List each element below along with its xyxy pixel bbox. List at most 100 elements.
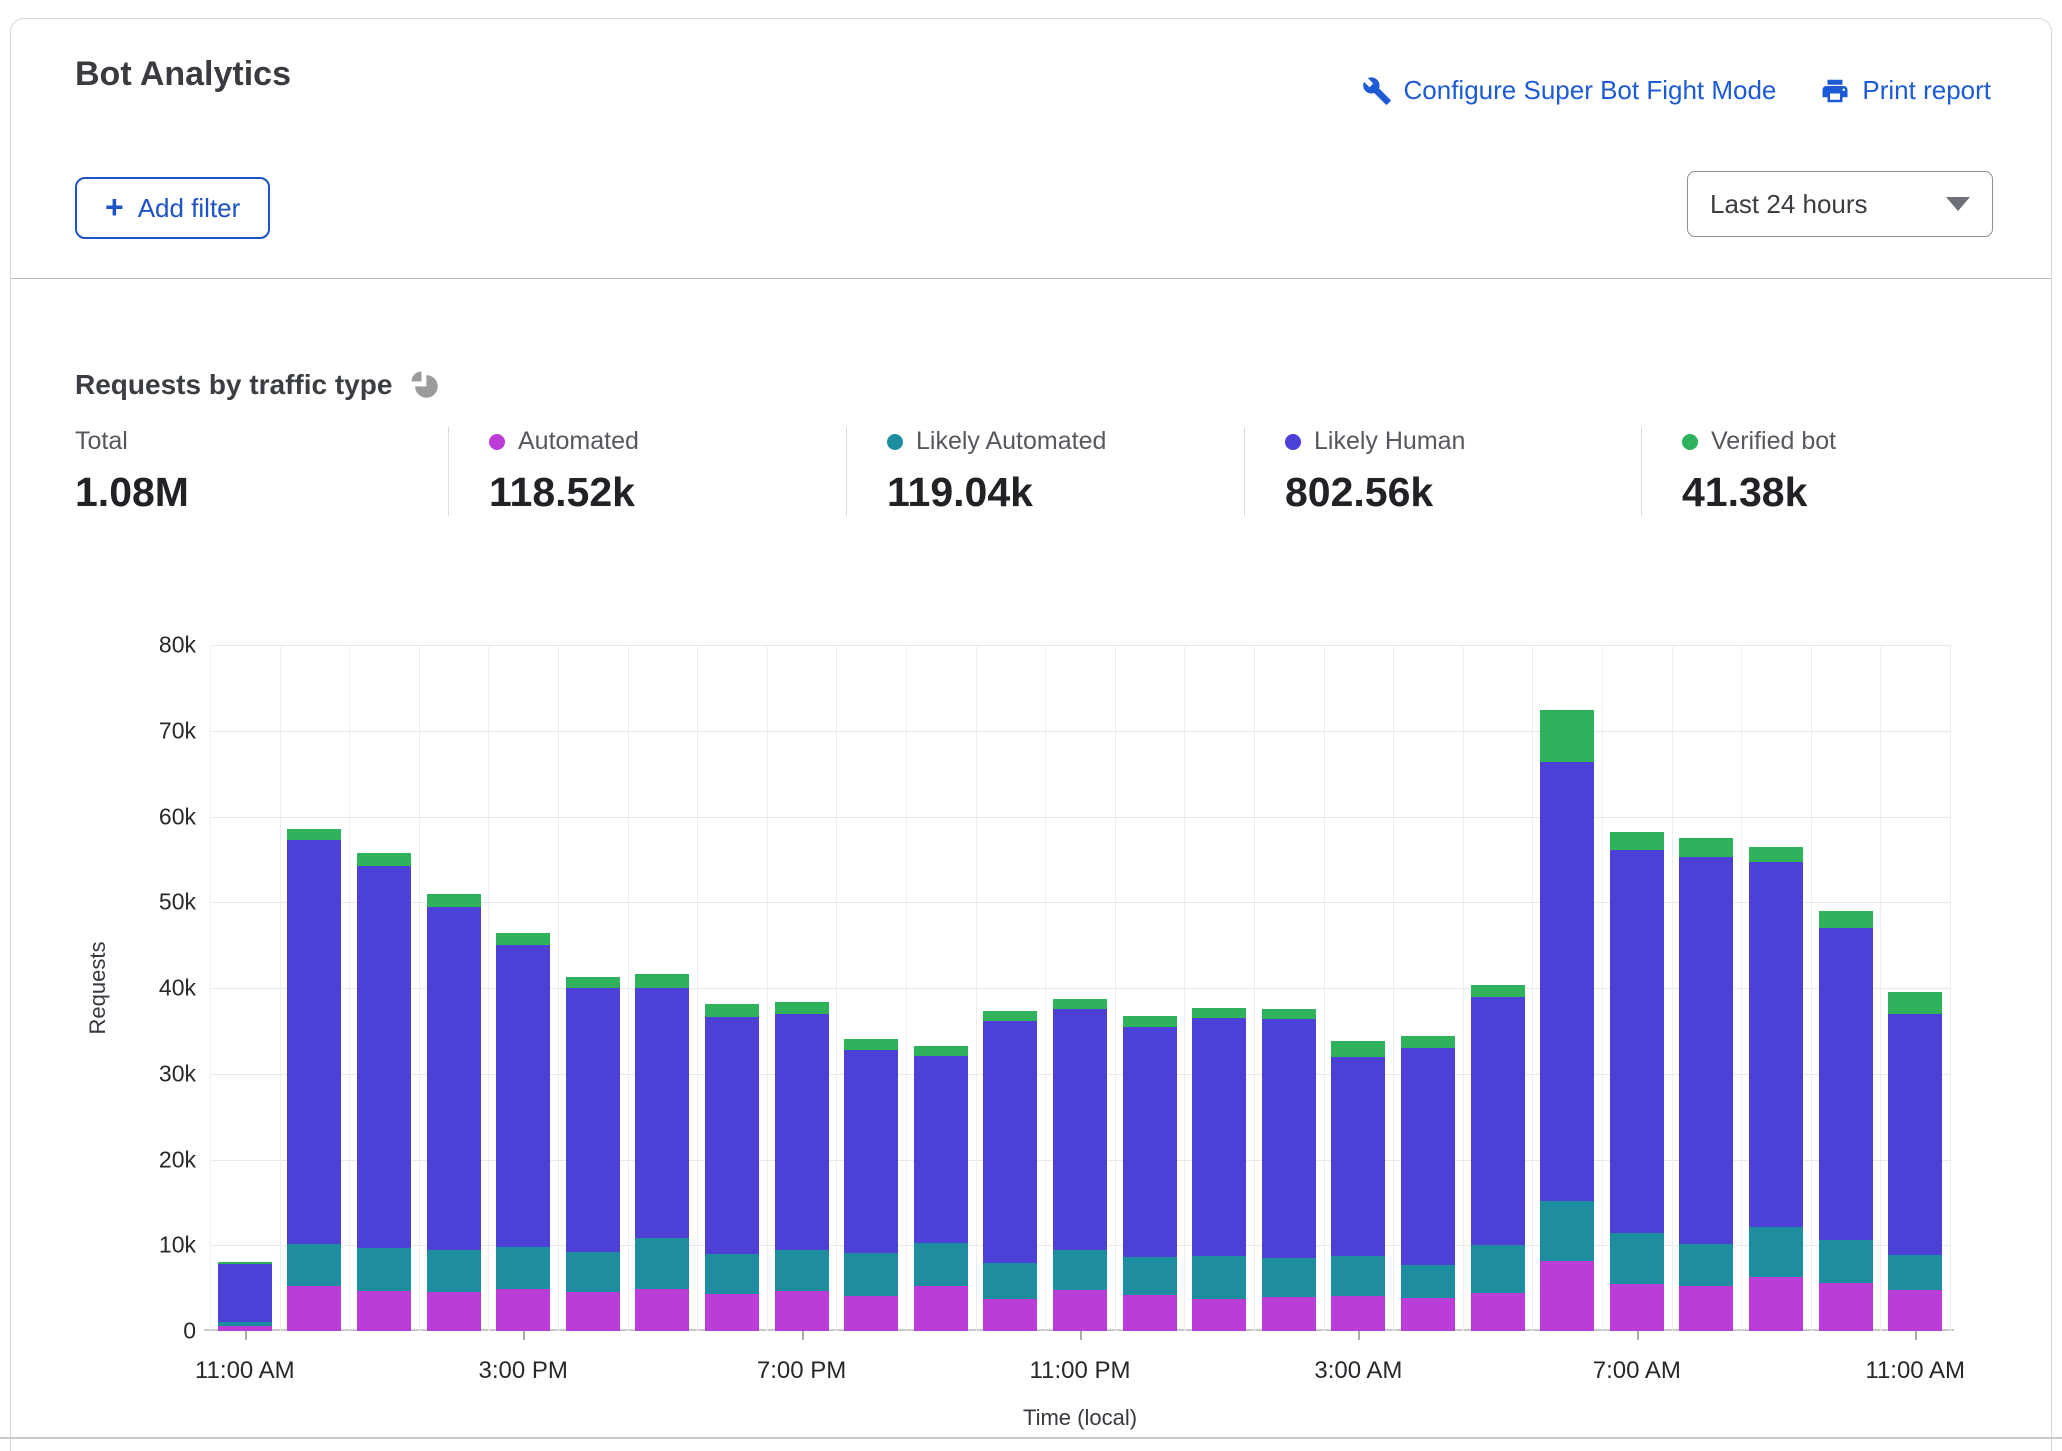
- x-tick-label: 11:00 AM: [1865, 1357, 1965, 1385]
- bar-segment-likely-human: [1262, 1019, 1316, 1258]
- bar-segment-automated: [775, 1291, 829, 1331]
- bar-8-00-pm[interactable]: [844, 1039, 898, 1331]
- configure-super-bot-fight-mode-link[interactable]: Configure Super Bot Fight Mode: [1362, 75, 1777, 106]
- bar-12-00-pm[interactable]: [287, 829, 341, 1331]
- bar-11-00-am[interactable]: [1888, 992, 1942, 1331]
- requests-chart: Requests Time (local) 010k20k30k40k50k60…: [210, 645, 1950, 1331]
- bar-segment-automated: [1679, 1286, 1733, 1331]
- bar-4-00-am[interactable]: [1401, 1036, 1455, 1331]
- bar-segment-likely-human: [775, 1014, 829, 1250]
- bar-segment-likely-automated: [1749, 1227, 1803, 1277]
- x-axis-title: Time (local): [1023, 1405, 1137, 1431]
- bar-segment-verified-bot: [1540, 710, 1594, 761]
- bar-1-00-am[interactable]: [1192, 1008, 1246, 1331]
- configure-link-label: Configure Super Bot Fight Mode: [1404, 75, 1777, 106]
- bar-10-00-pm[interactable]: [983, 1011, 1037, 1331]
- bar-segment-automated: [1610, 1284, 1664, 1331]
- stat-label: Likely Automated: [916, 427, 1106, 456]
- v-gridline: [1880, 645, 1881, 1331]
- bar-11-00-pm[interactable]: [1053, 999, 1107, 1331]
- bar-segment-likely-automated: [1192, 1256, 1246, 1299]
- bar-segment-likely-human: [705, 1017, 759, 1254]
- bar-segment-likely-automated: [1888, 1255, 1942, 1290]
- bar-segment-automated: [1471, 1293, 1525, 1331]
- bar-segment-likely-human: [357, 866, 411, 1248]
- bar-segment-likely-human: [1610, 850, 1664, 1233]
- y-tick-label: 50k: [116, 889, 196, 916]
- bar-segment-likely-human: [983, 1021, 1037, 1264]
- x-tick-label: 3:00 AM: [1314, 1357, 1402, 1385]
- bar-segment-likely-automated: [496, 1247, 550, 1289]
- bar-1-00-pm[interactable]: [357, 853, 411, 1331]
- bar-9-00-am[interactable]: [1749, 847, 1803, 1331]
- add-filter-button[interactable]: + Add filter: [75, 177, 270, 239]
- bar-segment-likely-automated: [705, 1254, 759, 1294]
- bar-segment-verified-bot: [1471, 985, 1525, 997]
- bar-segment-likely-automated: [1331, 1256, 1385, 1295]
- stat-label-row: Total: [75, 427, 448, 456]
- bar-12-00-am[interactable]: [1123, 1016, 1177, 1331]
- bar-segment-likely-automated: [844, 1253, 898, 1296]
- bar-segment-likely-human: [1123, 1027, 1177, 1258]
- x-tick-label: 3:00 PM: [478, 1357, 567, 1385]
- stat-value: 119.04k: [887, 469, 1244, 516]
- bar-segment-likely-automated: [983, 1263, 1037, 1299]
- bar-segment-likely-human: [1331, 1057, 1385, 1256]
- bar-4-00-pm[interactable]: [566, 977, 620, 1331]
- chevron-down-icon: [1946, 197, 1970, 211]
- stat-label-row: Verified bot: [1682, 427, 2043, 456]
- bar-segment-likely-automated: [775, 1250, 829, 1291]
- page-title: Bot Analytics: [75, 55, 291, 94]
- bar-segment-verified-bot: [635, 974, 689, 988]
- bar-segment-automated: [1262, 1297, 1316, 1331]
- bar-11-00-am[interactable]: [218, 1262, 272, 1331]
- v-gridline: [836, 645, 837, 1331]
- v-gridline: [1184, 645, 1185, 1331]
- stat-likely-human: Likely Human802.56k: [1244, 427, 1641, 516]
- x-tick-label: 7:00 PM: [757, 1357, 846, 1385]
- v-gridline: [767, 645, 768, 1331]
- bar-2-00-am[interactable]: [1262, 1009, 1316, 1331]
- bar-segment-likely-human: [496, 945, 550, 1247]
- bar-10-00-am[interactable]: [1819, 911, 1873, 1331]
- bar-8-00-am[interactable]: [1679, 838, 1733, 1331]
- print-report-link[interactable]: Print report: [1820, 75, 1991, 106]
- bar-segment-likely-automated: [1471, 1245, 1525, 1293]
- bar-7-00-pm[interactable]: [775, 1002, 829, 1331]
- header-divider: [11, 278, 2051, 279]
- bar-segment-likely-human: [1540, 762, 1594, 1201]
- bar-6-00-pm[interactable]: [705, 1004, 759, 1331]
- x-axis-tick: [245, 1331, 247, 1340]
- bar-9-00-pm[interactable]: [914, 1046, 968, 1331]
- bar-7-00-am[interactable]: [1610, 832, 1664, 1331]
- bar-segment-verified-bot: [1888, 992, 1942, 1013]
- bar-2-00-pm[interactable]: [427, 894, 481, 1331]
- y-axis-title: Requests: [85, 942, 111, 1035]
- time-range-select[interactable]: Last 24 hours: [1687, 171, 1993, 237]
- bar-segment-verified-bot: [775, 1002, 829, 1014]
- bar-3-00-am[interactable]: [1331, 1041, 1385, 1331]
- bar-segment-automated: [1401, 1298, 1455, 1331]
- bar-segment-verified-bot: [427, 894, 481, 908]
- bar-3-00-pm[interactable]: [496, 933, 550, 1331]
- bar-5-00-pm[interactable]: [635, 974, 689, 1331]
- header-links: Configure Super Bot Fight Mode Print rep…: [1362, 75, 1991, 106]
- next-section-divider: [0, 1437, 2062, 1439]
- bar-segment-likely-automated: [1262, 1258, 1316, 1297]
- bar-segment-likely-automated: [427, 1250, 481, 1291]
- add-filter-label: Add filter: [138, 193, 241, 224]
- bar-6-00-am[interactable]: [1540, 710, 1594, 1331]
- h-gridline: [210, 817, 1950, 818]
- bar-segment-likely-automated: [914, 1243, 968, 1286]
- bar-5-00-am[interactable]: [1471, 985, 1525, 1331]
- stat-automated: Automated118.52k: [448, 427, 846, 516]
- x-axis-tick: [1637, 1331, 1639, 1340]
- v-gridline: [1602, 645, 1603, 1331]
- automated-legend-dot: [489, 434, 505, 450]
- bar-segment-automated: [427, 1292, 481, 1331]
- bar-segment-likely-human: [1471, 997, 1525, 1245]
- bar-segment-automated: [496, 1289, 550, 1331]
- bar-segment-verified-bot: [1123, 1016, 1177, 1026]
- stat-value: 802.56k: [1285, 469, 1641, 516]
- bar-segment-automated: [1331, 1296, 1385, 1331]
